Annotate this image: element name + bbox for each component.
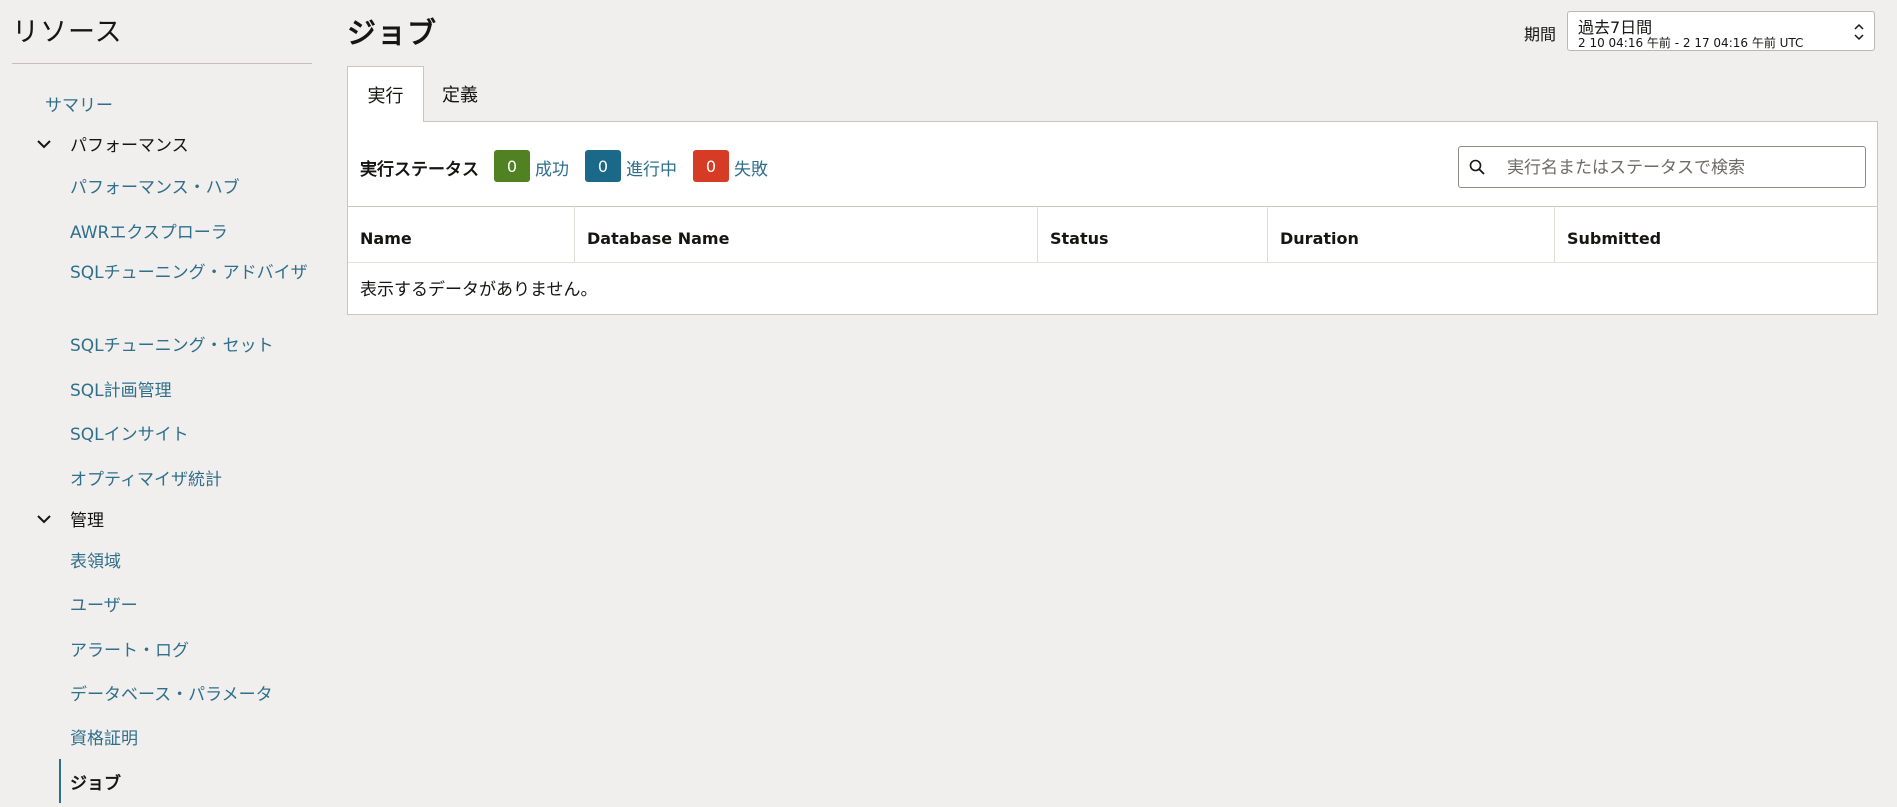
column-header-database-name[interactable]: Database Name (575, 206, 1038, 262)
resources-sidebar: リソース サマリー パフォーマンス パフォーマンス・ハブ AWRエクスプローラ … (0, 0, 330, 807)
sidebar-item-jobs[interactable]: ジョブ (70, 769, 121, 794)
sidebar-divider (12, 63, 312, 64)
tab-definitions[interactable]: 定義 (424, 66, 496, 122)
succeeded-count-badge: 0 (494, 150, 530, 182)
runs-panel: 実行ステータス 0 成功 0 進行中 0 失敗 Name Database Na… (347, 121, 1878, 315)
empty-table-message: 表示するデータがありません。 (360, 280, 598, 300)
sidebar-item-users[interactable]: ユーザー (70, 591, 138, 616)
sidebar-item-credentials[interactable]: 資格証明 (70, 724, 138, 749)
chevron-down-icon (37, 139, 51, 148)
sidebar-item-sql-insight[interactable]: SQLインサイト (70, 420, 189, 445)
period-select[interactable]: 過去7日間 2 10 04:16 午前 - 2 17 04:16 午前 UTC (1567, 11, 1875, 51)
search-box[interactable] (1458, 146, 1866, 188)
in-progress-count-badge: 0 (585, 150, 621, 182)
sidebar-item-sql-plan-management[interactable]: SQL計画管理 (70, 376, 172, 401)
sidebar-item-performance-hub[interactable]: パフォーマンス・ハブ (70, 173, 240, 198)
column-header-duration[interactable]: Duration (1268, 206, 1555, 262)
sidebar-title: リソース (12, 17, 123, 48)
sidebar-group-performance[interactable]: パフォーマンス (36, 131, 189, 156)
sidebar-item-sql-tuning-set[interactable]: SQLチューニング・セット (70, 331, 274, 356)
active-item-indicator (59, 759, 61, 803)
period-range: 2 10 04:16 午前 - 2 17 04:16 午前 UTC (1578, 36, 1804, 50)
sidebar-group-admin[interactable]: 管理 (36, 506, 104, 531)
column-header-submitted[interactable]: Submitted (1555, 206, 1877, 262)
sidebar-item-awr-explorer[interactable]: AWRエクスプローラ (70, 218, 228, 243)
sidebar-item-summary[interactable]: サマリー (45, 91, 113, 116)
succeeded-filter-link[interactable]: 成功 (535, 155, 569, 180)
failed-count-badge: 0 (693, 150, 729, 182)
table-header-divider (348, 262, 1877, 263)
sidebar-item-alert-log[interactable]: アラート・ログ (70, 636, 189, 661)
run-status-title: 実行ステータス (360, 160, 479, 180)
sidebar-item-database-parameters[interactable]: データベース・パラメータ (70, 680, 273, 705)
select-arrows-icon (1854, 23, 1864, 41)
column-header-status[interactable]: Status (1038, 206, 1268, 262)
search-input[interactable] (1505, 155, 1859, 181)
in-progress-filter-link[interactable]: 進行中 (626, 155, 677, 180)
chevron-down-icon (37, 514, 51, 523)
sidebar-item-optimizer-statistics[interactable]: オプティマイザ統計 (70, 465, 222, 490)
sidebar-item-sql-tuning-advisor[interactable]: SQLチューニング・アドバイザ (70, 261, 310, 285)
page-title: ジョブ (347, 16, 438, 50)
search-icon (1469, 159, 1485, 175)
sidebar-item-tablespaces[interactable]: 表領域 (70, 547, 121, 572)
failed-filter-link[interactable]: 失敗 (734, 155, 768, 180)
sidebar-group-label: パフォーマンス (70, 136, 189, 156)
sidebar-group-label: 管理 (70, 511, 104, 531)
tab-runs[interactable]: 実行 (347, 66, 424, 122)
column-header-name[interactable]: Name (348, 206, 575, 262)
period-label: 期間 (1524, 25, 1557, 44)
